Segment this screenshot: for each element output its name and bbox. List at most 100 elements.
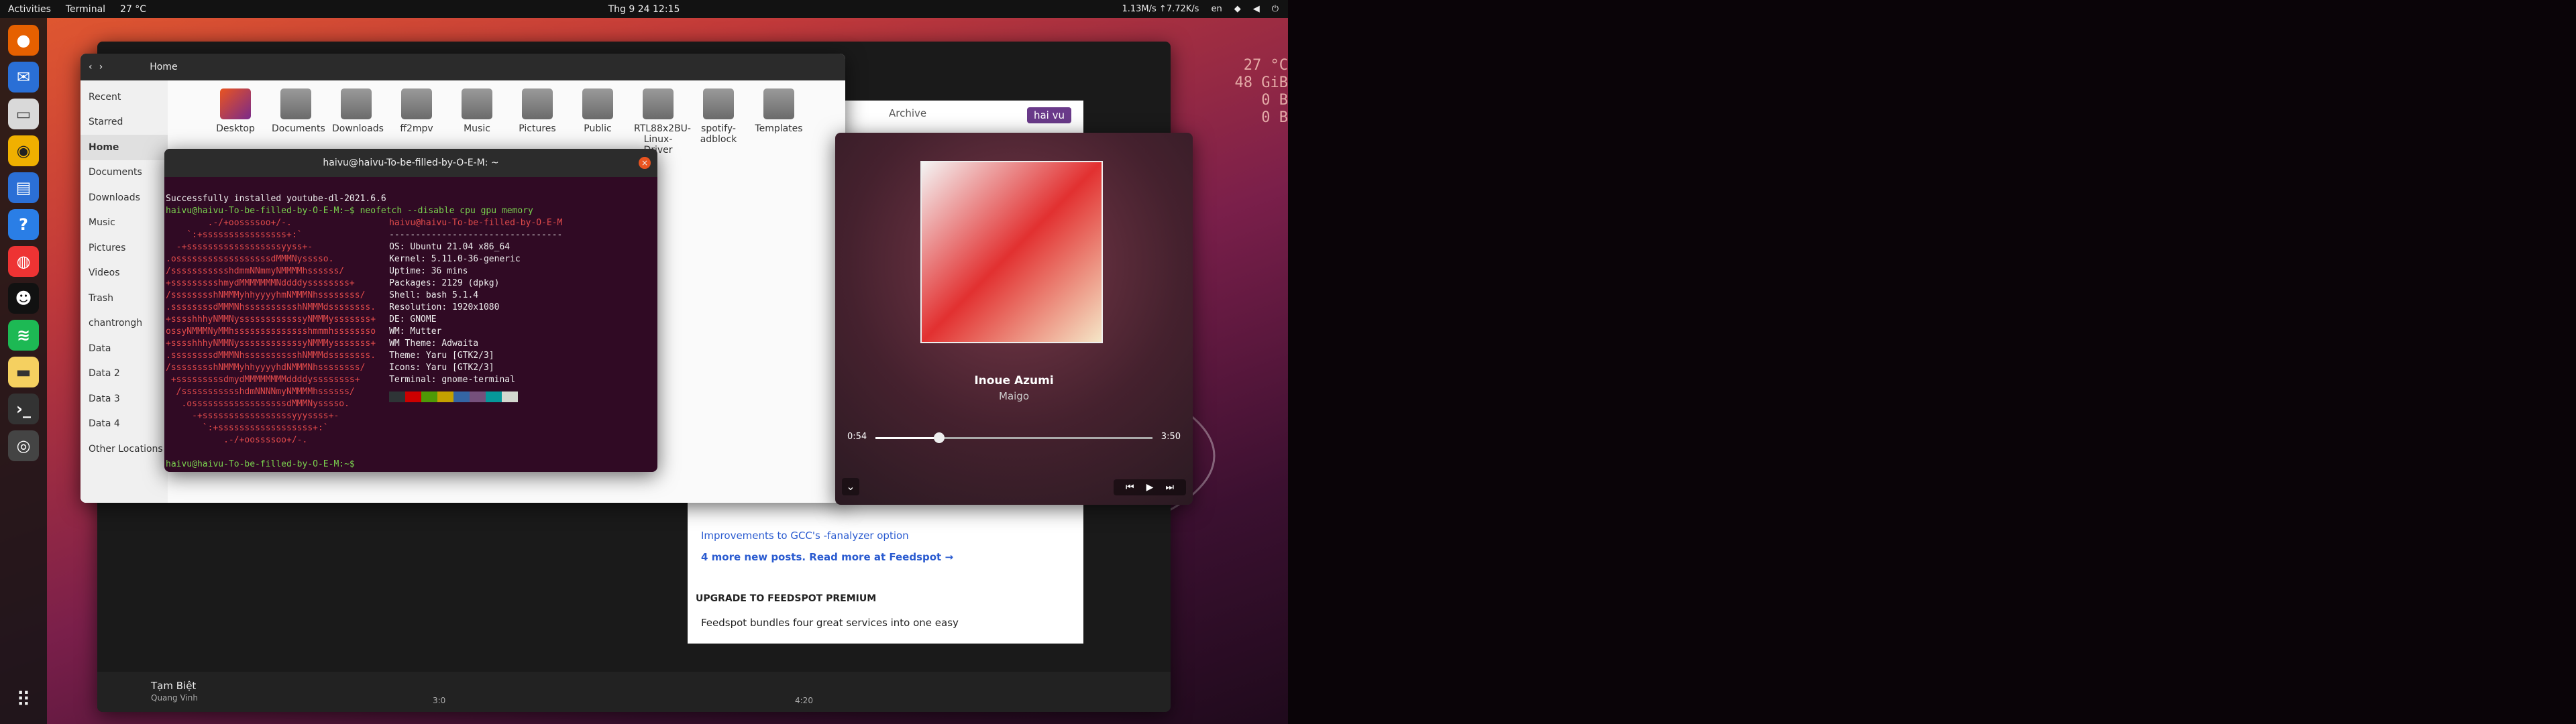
forward-icon[interactable]: › <box>99 62 103 72</box>
writer-icon[interactable]: ▤ <box>8 172 39 203</box>
folder-templates[interactable]: Templates <box>755 88 803 156</box>
thunderbird-icon[interactable]: ✉ <box>8 62 39 93</box>
folder-icon <box>522 88 553 119</box>
folder-icon <box>643 88 674 119</box>
files-sidebar: Recent Starred Home Documents Downloads … <box>80 80 168 503</box>
activities-button[interactable]: Activities <box>8 4 51 15</box>
files-header: ‹ › Home <box>80 54 845 80</box>
sidebar-item-starred[interactable]: Starred <box>80 110 168 135</box>
seek-bar[interactable] <box>875 432 1152 443</box>
files-icon[interactable]: ▭ <box>8 99 39 129</box>
sidebar-item-chantrongh[interactable]: chantrongh <box>80 311 168 337</box>
next-icon[interactable]: ⏭ <box>1160 482 1179 493</box>
sidebar-item-music[interactable]: Music <box>80 210 168 236</box>
folder-icon <box>582 88 613 119</box>
terminal-header: haivu@haivu-To-be-filled-by-O-E-M: ~ × <box>164 149 657 177</box>
feed-more-link[interactable]: 4 more new posts. Read more at Feedspot … <box>701 551 953 563</box>
show-apps-icon[interactable]: ⠿ <box>16 688 31 712</box>
rhythmbox-icon[interactable]: ◉ <box>8 135 39 166</box>
spotify-icon[interactable]: ≋ <box>8 320 39 351</box>
power-icon[interactable]: ⏻ <box>1272 4 1279 14</box>
track-artist: Maigo <box>999 390 1029 402</box>
path-bar[interactable]: Home <box>150 62 177 72</box>
back-icon[interactable]: ‹ <box>89 62 93 72</box>
folder-icon <box>220 88 251 119</box>
sidebar-item-data-3[interactable]: Data 3 <box>80 386 168 412</box>
play-icon[interactable]: ▶ <box>1141 482 1159 493</box>
folder-icon <box>763 88 794 119</box>
prompt-line: haivu@haivu-To-be-filled-by-O-E-M:~$ <box>166 459 355 469</box>
disc-icon[interactable]: ◎ <box>8 430 39 461</box>
help-icon[interactable]: ? <box>8 209 39 240</box>
folder-icon <box>341 88 372 119</box>
alien-icon[interactable]: ☻ <box>8 283 39 314</box>
ascii-logo: .-/+oossssoo+/-. `:+ssssssssssssssss+:` … <box>166 218 376 445</box>
color-palette <box>389 391 562 402</box>
sidebar-item-pictures[interactable]: Pictures <box>80 235 168 261</box>
chevron-down-icon[interactable]: ⌄ <box>842 478 859 495</box>
sidebar-item-other[interactable]: Other Locations <box>80 436 168 462</box>
terminal-title: haivu@haivu-To-be-filled-by-O-E-M: ~ <box>323 158 499 168</box>
dock: ● ✉ ▭ ◉ ▤ ? ◍ ☻ ≋ ▬ ›_ ◎ ⠿ <box>0 18 47 724</box>
folder-ff2mpv[interactable]: ff2mpv <box>392 88 441 156</box>
total-time: 3:50 <box>1161 432 1181 442</box>
folder-documents[interactable]: Documents <box>272 88 325 156</box>
volume-icon[interactable]: ◀ <box>1253 4 1260 14</box>
folder-desktop[interactable]: Desktop <box>211 88 260 156</box>
terminal-window[interactable]: haivu@haivu-To-be-filled-by-O-E-M: ~ × S… <box>164 149 657 472</box>
sysinfo: haivu@haivu-To-be-filled-by-O-E-M -------… <box>389 217 562 446</box>
user-button[interactable]: hai vu <box>1026 107 1071 123</box>
sidebar-item-home[interactable]: Home <box>80 135 168 160</box>
seek-handle[interactable] <box>933 432 945 443</box>
bg-track-artist: Quang Vinh <box>151 693 198 703</box>
net-speed: 1.13M/s ↑7.72K/s <box>1122 4 1199 14</box>
wifi-icon[interactable]: ◆ <box>1234 4 1241 14</box>
album-art <box>920 161 1103 343</box>
folder-icon <box>462 88 492 119</box>
folder-spotify[interactable]: spotify-adblock <box>694 88 743 156</box>
terminal-output[interactable]: Successfully installed youtube-dl-2021.6… <box>164 177 657 472</box>
mini-player-window[interactable]: Inoue Azumi Maigo 0:54 3:50 ⌄ ⏮ ▶ ⏭ <box>835 133 1193 505</box>
conky-widget: 27 °C 48 GiB 0 B 0 B <box>1234 57 1288 126</box>
previous-icon[interactable]: ⏮ <box>1120 482 1140 493</box>
bg-total: 4:20 <box>795 696 813 705</box>
sidebar-item-recent[interactable]: Recent <box>80 84 168 110</box>
firefox-icon[interactable]: ● <box>8 25 39 56</box>
folder-downloads[interactable]: Downloads <box>332 88 384 156</box>
folder-rtl[interactable]: RTL88x2BU-Linux-Driver <box>634 88 691 156</box>
lang-indicator[interactable]: en <box>1211 4 1222 14</box>
sidebar-item-trash[interactable]: Trash <box>80 286 168 311</box>
elapsed-time: 0:54 <box>847 432 867 442</box>
software-icon[interactable]: ◍ <box>8 246 39 277</box>
folder-public[interactable]: Public <box>574 88 622 156</box>
track-title: Inoue Azumi <box>974 374 1054 387</box>
clock[interactable]: Thg 9 24 12:15 <box>608 4 680 15</box>
archive-button[interactable]: Archive <box>889 107 926 119</box>
desktop-screen-2 <box>1288 0 2576 724</box>
music-footer: Tạm Biệt Quang Vinh 3:0 4:20 <box>97 672 1171 712</box>
desktop-screen-1: Activities Terminal 27 °C Thg 9 24 12:15… <box>0 0 1288 724</box>
sidebar-item-videos[interactable]: Videos <box>80 261 168 286</box>
notes-icon[interactable]: ▬ <box>8 357 39 387</box>
premium-heading: UPGRADE TO FEEDSPOT PREMIUM <box>696 593 877 604</box>
bg-elapsed: 3:0 <box>433 696 446 705</box>
folder-icon <box>401 88 432 119</box>
folder-music[interactable]: Music <box>453 88 501 156</box>
folder-pictures[interactable]: Pictures <box>513 88 561 156</box>
close-icon[interactable]: × <box>639 157 651 169</box>
terminal-icon[interactable]: ›_ <box>8 394 39 424</box>
sidebar-item-documents[interactable]: Documents <box>80 160 168 186</box>
seek-fill <box>875 437 939 439</box>
sidebar-item-data[interactable]: Data <box>80 336 168 361</box>
folder-grid: Desktop Documents Downloads ff2mpv Music… <box>211 88 845 156</box>
sidebar-item-downloads[interactable]: Downloads <box>80 185 168 210</box>
sidebar-item-data-4[interactable]: Data 4 <box>80 412 168 437</box>
playback-controls: ⏮ ▶ ⏭ <box>1114 479 1186 495</box>
weather-indicator[interactable]: 27 °C <box>120 4 146 15</box>
bg-track-title: Tạm Biệt <box>151 680 197 692</box>
app-menu[interactable]: Terminal <box>66 4 105 15</box>
feed-item-1[interactable]: Improvements to GCC's -fanalyzer option <box>701 530 909 542</box>
folder-icon <box>703 88 734 119</box>
top-bar: Activities Terminal 27 °C Thg 9 24 12:15… <box>0 0 1288 18</box>
sidebar-item-data-2[interactable]: Data 2 <box>80 361 168 387</box>
